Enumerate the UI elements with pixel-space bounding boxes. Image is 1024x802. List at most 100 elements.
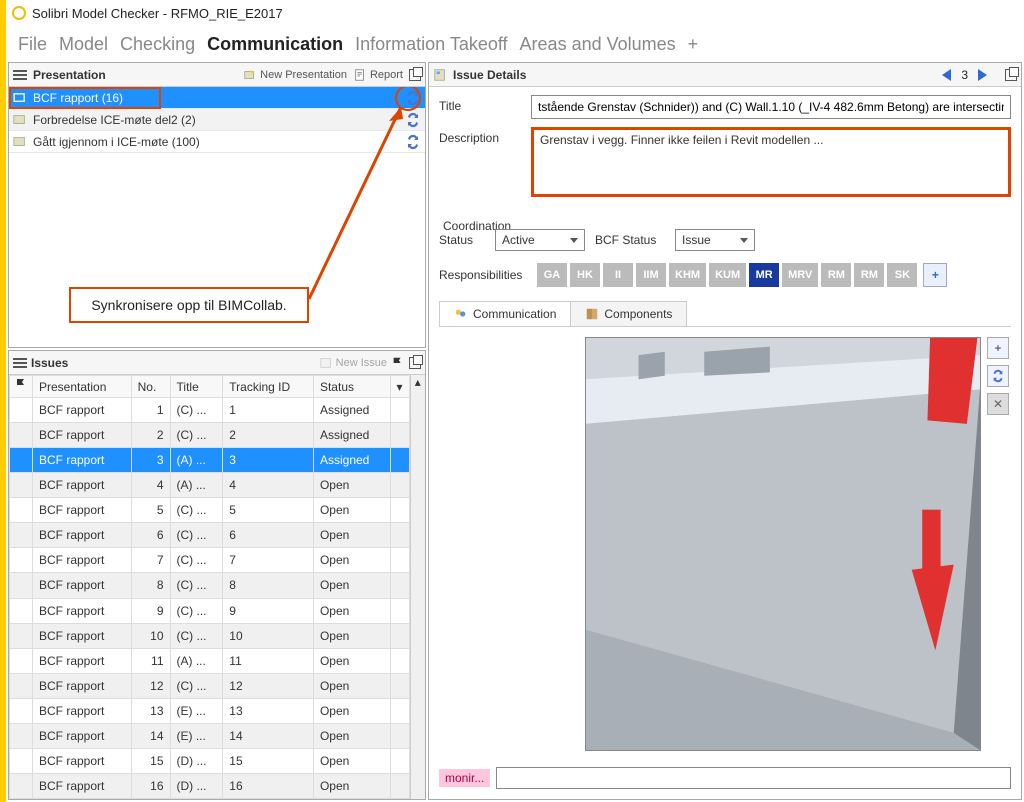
- responsibility-tag[interactable]: KHM: [669, 263, 706, 287]
- flag-icon[interactable]: [391, 356, 405, 370]
- scrollbar[interactable]: ▴: [410, 375, 425, 799]
- presentation-label: Gått igjennom i ICE-møte (100): [33, 135, 200, 149]
- responsibility-tag[interactable]: HK: [570, 263, 600, 287]
- menu-bar: File Model Checking Communication Inform…: [6, 26, 1024, 62]
- window-title: Solibri Model Checker - RFMO_RIE_E2017: [32, 6, 283, 21]
- issues-panel-title: Issues: [31, 356, 315, 370]
- lines-icon: [13, 358, 27, 368]
- components-icon: [585, 307, 599, 321]
- col-status[interactable]: Status: [313, 376, 390, 398]
- presentation-panel-title: Presentation: [33, 68, 237, 82]
- responsibility-tag[interactable]: GA: [537, 263, 567, 287]
- menu-add[interactable]: +: [688, 34, 699, 55]
- issue-details-icon: [433, 68, 447, 82]
- table-row[interactable]: BCF rapport7(C) ...7Open: [10, 548, 410, 573]
- description-input[interactable]: Grenstav i vegg. Finner ikke feilen i Re…: [531, 127, 1011, 197]
- table-row[interactable]: BCF rapport2(C) ...2Assigned: [10, 423, 410, 448]
- model-viewer[interactable]: [585, 337, 981, 751]
- col-no[interactable]: No.: [131, 376, 170, 398]
- responsibility-tag[interactable]: II: [603, 263, 633, 287]
- responsibility-tag[interactable]: SK: [887, 263, 917, 287]
- viewer-delete-button[interactable]: ✕: [987, 393, 1009, 415]
- presentation-icon: [13, 91, 27, 105]
- presentation-list: BCF rapport (16) Forbredelse ICE-møte de…: [9, 87, 425, 347]
- table-row[interactable]: BCF rapport6(C) ...6Open: [10, 523, 410, 548]
- presentation-icon: [13, 113, 27, 127]
- viewer-add-button[interactable]: +: [987, 337, 1009, 359]
- title-bar: Solibri Model Checker - RFMO_RIE_E2017: [6, 0, 1024, 26]
- table-row[interactable]: BCF rapport13(E) ...13Open: [10, 698, 410, 723]
- table-row[interactable]: BCF rapport8(C) ...8Open: [10, 573, 410, 598]
- status-select[interactable]: Active: [495, 229, 585, 251]
- presentation-row[interactable]: BCF rapport (16): [9, 87, 425, 109]
- menu-areas-volumes[interactable]: Areas and Volumes: [520, 34, 676, 55]
- responsibility-tag[interactable]: RM: [821, 263, 851, 287]
- col-tracking[interactable]: Tracking ID: [223, 376, 314, 398]
- responsibility-tag[interactable]: KUM: [709, 263, 746, 287]
- flag-icon: [16, 379, 26, 391]
- nav-next-button[interactable]: [978, 69, 987, 81]
- menu-model[interactable]: Model: [59, 34, 108, 55]
- table-row[interactable]: BCF rapport14(E) ...14Open: [10, 723, 410, 748]
- col-flag[interactable]: [10, 376, 33, 398]
- presentation-row[interactable]: Forbredelse ICE-møte del2 (2): [9, 109, 425, 131]
- viewer-sync-button[interactable]: [987, 365, 1009, 387]
- col-config[interactable]: ▾: [390, 376, 409, 398]
- new-issue-button[interactable]: New Issue: [319, 356, 387, 370]
- issues-table: Presentation No. Title Tracking ID Statu…: [9, 375, 410, 799]
- menu-communication[interactable]: Communication: [207, 34, 343, 55]
- responsibility-tag[interactable]: RM: [854, 263, 884, 287]
- bcf-status-label: BCF Status: [595, 233, 665, 247]
- menu-file[interactable]: File: [18, 34, 47, 55]
- sync-icon[interactable]: [405, 134, 421, 150]
- table-row[interactable]: BCF rapport4(A) ...4Open: [10, 473, 410, 498]
- sync-icon: [991, 369, 1005, 383]
- comment-user: monir...: [439, 769, 490, 787]
- tab-communication[interactable]: Communication: [439, 301, 571, 326]
- issue-details-title: Issue Details: [453, 68, 936, 82]
- table-row[interactable]: BCF rapport15(D) ...15Open: [10, 748, 410, 773]
- annotation-text: Synkronisere opp til BIMCollab.: [69, 287, 309, 323]
- table-row[interactable]: BCF rapport1(C) ...1Assigned: [10, 398, 410, 423]
- status-label: Status: [439, 233, 485, 247]
- responsibilities-label: Responsibilities: [439, 268, 531, 282]
- table-row[interactable]: BCF rapport3(A) ...3Assigned: [10, 448, 410, 473]
- table-row[interactable]: BCF rapport16(D) ...16Open: [10, 773, 410, 798]
- title-input[interactable]: [531, 95, 1011, 119]
- table-row[interactable]: BCF rapport11(A) ...11Open: [10, 648, 410, 673]
- title-label: Title: [439, 95, 521, 113]
- presentation-label: Forbredelse ICE-møte del2 (2): [33, 113, 196, 127]
- report-button[interactable]: Report: [353, 68, 403, 82]
- presentation-row[interactable]: Gått igjennom i ICE-møte (100): [9, 131, 425, 153]
- report-icon: [353, 68, 367, 82]
- add-responsibility-button[interactable]: +: [923, 263, 947, 287]
- bcf-status-select[interactable]: Issue: [675, 229, 755, 251]
- app-logo-icon: [12, 6, 26, 20]
- lines-icon: [13, 70, 27, 80]
- popout-icon[interactable]: [1005, 69, 1017, 81]
- new-presentation-button[interactable]: New Presentation: [243, 68, 347, 82]
- popout-icon[interactable]: [409, 69, 421, 81]
- responsibility-tag[interactable]: MRV: [782, 263, 818, 287]
- responsibility-tag[interactable]: MR: [749, 263, 779, 287]
- nav-prev-button[interactable]: [942, 69, 951, 81]
- new-issue-icon: [319, 356, 333, 370]
- table-row[interactable]: BCF rapport5(C) ...5Open: [10, 498, 410, 523]
- menu-info-takeoff[interactable]: Information Takeoff: [355, 34, 507, 55]
- new-presentation-icon: [243, 68, 257, 82]
- presentation-icon: [13, 135, 27, 149]
- nav-page-number: 3: [961, 68, 968, 82]
- comment-input[interactable]: [496, 767, 1011, 789]
- sync-icon[interactable]: [405, 112, 421, 128]
- responsibility-tag[interactable]: IIM: [636, 263, 666, 287]
- table-row[interactable]: BCF rapport9(C) ...9Open: [10, 598, 410, 623]
- description-label: Description: [439, 127, 521, 145]
- table-row[interactable]: BCF rapport12(C) ...12Open: [10, 673, 410, 698]
- tab-components[interactable]: Components: [570, 301, 687, 326]
- popout-icon[interactable]: [409, 357, 421, 369]
- col-presentation[interactable]: Presentation: [33, 376, 132, 398]
- sync-icon[interactable]: [405, 90, 421, 106]
- table-row[interactable]: BCF rapport10(C) ...10Open: [10, 623, 410, 648]
- menu-checking[interactable]: Checking: [120, 34, 195, 55]
- col-title[interactable]: Title: [170, 376, 223, 398]
